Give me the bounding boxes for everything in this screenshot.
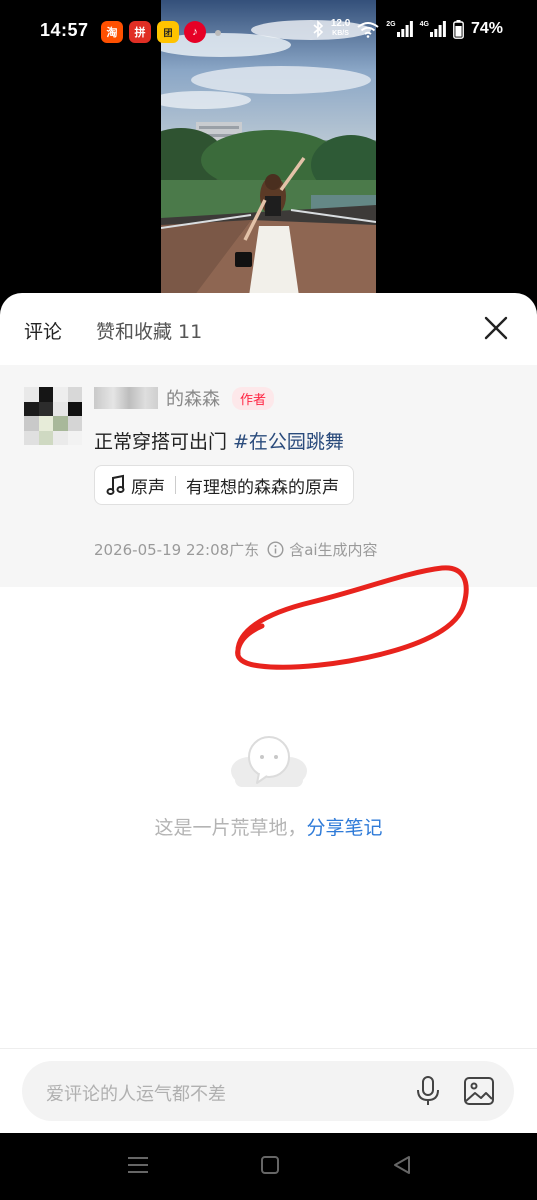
wifi-icon [357,21,379,38]
notification-dot [215,30,221,36]
system-nav-bar [0,1133,537,1200]
note-text: 正常穿搭可出门 #在公园跳舞 [94,427,344,454]
comment-sheet: 评论 赞和收藏 11 的森森 作者 正常穿搭可出门 #在公园跳舞 原声 有理想的… [0,293,537,1133]
status-time: 14:57 [40,20,89,40]
tab-likes-favorites[interactable]: 赞和收藏 11 [96,317,202,344]
net-speed-unit: KB/S [332,30,349,37]
music-label: 原声 [131,477,165,498]
note-location: 广东 [229,541,260,559]
menu-nav-icon[interactable] [127,1155,149,1175]
empty-text: 这是一片荒草地， [154,817,307,839]
info-icon[interactable] [267,541,284,558]
empty-state: 这是一片荒草地，分享笔记 [0,733,537,840]
author-name-blurred [94,387,158,409]
battery-icon [453,19,464,39]
music-title: 有理想的森森的原声 [186,477,339,498]
sim2-signal: 4G [420,21,446,37]
music-note-icon [106,474,125,495]
net-speed-value: 12.0 [330,18,351,29]
note-card: 的森森 作者 正常穿搭可出门 #在公园跳舞 原声 有理想的森森的原声 2026-0… [0,365,537,670]
taobao-app-icon: 淘 [101,21,123,43]
bluetooth-icon [313,20,323,38]
share-note-link[interactable]: 分享笔记 [307,817,383,839]
chat-bubble-icon [230,736,307,787]
close-icon[interactable] [483,315,509,341]
author-badge: 作者 [232,386,275,410]
chip-divider [175,476,176,494]
meituan-app-icon: 团 [157,21,179,43]
empty-message: 这是一片荒草地，分享笔记 [0,813,537,840]
signal-icon [429,21,446,37]
net-speed: 12.0 KB/S [331,19,350,39]
ai-content-notice[interactable]: 含ai生成内容 [289,539,377,560]
sim1-signal: 2G [386,21,413,37]
sheet-header: 评论 赞和收藏 11 [0,293,537,365]
hashtag-link[interactable]: #在公园跳舞 [233,431,344,453]
sim1-tag: 2G [386,21,396,28]
comment-input-bar: 爱评论的人运气都不差 [0,1048,537,1133]
note-caption: 正常穿搭可出门 [94,431,228,453]
netease-music-app-icon: ♪ [184,21,206,43]
status-bar: 14:57 淘 拼 团 ♪ 12.0 KB/S 2G 4G 74% [0,0,537,64]
comment-placeholder: 爱评论的人运气都不差 [46,1084,226,1105]
sim2-tag: 4G [419,21,429,28]
signal-icon [396,21,413,37]
tab-comments[interactable]: 评论 [24,317,62,344]
red-circle-annotation [235,565,469,670]
comment-input[interactable]: 爱评论的人运气都不差 [22,1061,514,1121]
avatar[interactable] [24,387,82,445]
mic-icon[interactable] [414,1075,442,1107]
music-chip[interactable]: 原声 有理想的森森的原声 [94,465,354,505]
image-icon[interactable] [463,1075,495,1107]
home-nav-icon[interactable] [260,1155,280,1175]
note-date: 2026-05-19 22:08 [94,540,230,559]
status-right-group: 12.0 KB/S 2G 4G 74% [313,19,503,39]
pinduoduo-app-icon: 拼 [129,21,151,43]
author-name[interactable]: 的森森 [166,385,220,411]
note-meta: 2026-05-19 22:08 广东 含ai生成内容 [94,539,378,560]
battery-level: 74% [470,20,503,37]
author-row: 的森森 作者 [94,385,275,411]
back-nav-icon[interactable] [392,1155,412,1175]
